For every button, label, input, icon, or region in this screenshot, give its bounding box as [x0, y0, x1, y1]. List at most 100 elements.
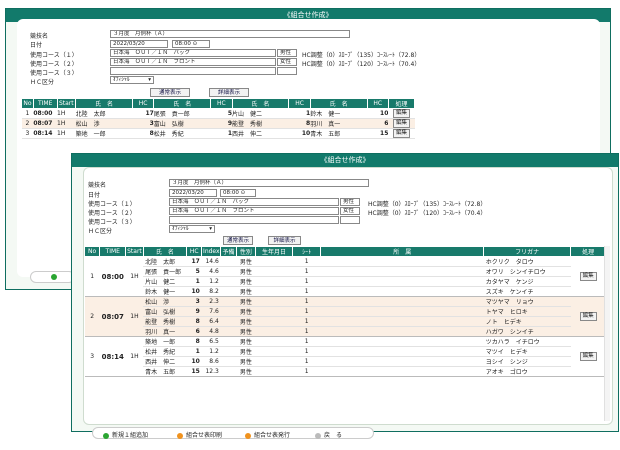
front-detail-table: No TIME Start 氏 名 HC Index 予備 性別 生年月日 ｼｰﾄ所 属フリガナ処…: [83, 246, 606, 377]
normal-view-button[interactable]: 通常表示: [150, 88, 190, 97]
action-cell: 編集: [388, 108, 415, 119]
status-bar: 新規１組追加 組合せ表印刷 組合せ表発行 戻 る: [92, 427, 374, 439]
course3-input[interactable]: [110, 67, 276, 75]
f-course1-input[interactable]: 日本海 ＯＵＴ／ＩＮ バック: [169, 198, 339, 206]
player-name-cell: 能登 秀樹: [143, 316, 187, 327]
tournament-label: 競技名: [30, 33, 49, 40]
table-scrollbar[interactable]: [604, 246, 610, 421]
add-group-button[interactable]: 新規１組追加: [103, 430, 148, 439]
player-seat-cell: 1: [292, 336, 321, 347]
f-detail-view-button[interactable]: 詳細表示: [268, 236, 301, 245]
name-cell: 築地 一郎: [75, 128, 133, 139]
time-input[interactable]: 08:00 ⊙: [172, 40, 210, 48]
player-birth-cell: [255, 276, 293, 287]
action-cell: 編集: [570, 296, 606, 337]
player-hc-cell: 10: [186, 286, 202, 297]
group-no-cell: 3: [84, 336, 100, 377]
name-cell: 3: [21, 128, 34, 139]
f-course1-label: 使用コース（１）: [88, 201, 136, 208]
f-normal-view-button[interactable]: 通常表示: [223, 236, 253, 245]
hc-cell: 15: [367, 128, 389, 139]
back-button[interactable]: 戻 る: [315, 430, 342, 439]
player-hc-cell: 1: [186, 276, 202, 287]
hc-cell: 9: [210, 118, 232, 129]
name-cell: 羽川 真一: [310, 118, 368, 129]
player-index-cell: 12.3: [201, 366, 221, 377]
player-affiliation-cell: [320, 286, 484, 297]
player-kana-cell: ツカハラ イチロウ: [483, 336, 571, 347]
tournament-input[interactable]: ３月度 月例杯（Ａ）: [110, 30, 350, 38]
player-name-cell: 尾張 貢一郎: [143, 266, 187, 277]
edit-button[interactable]: 編集: [579, 352, 597, 361]
detail-view-button[interactable]: 詳細表示: [209, 88, 249, 97]
course1-gender[interactable]: 男性: [277, 49, 297, 57]
player-seat-cell: 1: [292, 346, 321, 357]
player-gender-cell: 男性: [236, 276, 256, 287]
date-input[interactable]: 2022/03/20: [110, 40, 168, 48]
name-cell: 松山 渉: [75, 118, 133, 129]
back-header-cell: 処理: [387, 98, 416, 109]
player-name-cell: 北陸 太郎: [143, 256, 187, 267]
gray-dot-icon: [315, 432, 321, 439]
hc-cell: 8: [132, 128, 154, 139]
hc-select-value: ｵﾌｨｼｬﾙ: [113, 77, 130, 83]
f-course3-input[interactable]: [169, 216, 339, 224]
player-kana-cell: ハガワ シンイチ: [483, 326, 571, 337]
f-tournament-input[interactable]: ３月度 月例杯（Ａ）: [169, 179, 369, 187]
edit-button[interactable]: 編集: [392, 129, 410, 138]
front-window-title: 《組合せ作成》: [72, 154, 618, 167]
player-reserve-cell: [220, 326, 237, 337]
front-header-cell: HC: [186, 246, 203, 257]
issue-button[interactable]: 組合せ表発行: [245, 430, 290, 439]
course3-gender[interactable]: [277, 67, 297, 75]
player-reserve-cell: [220, 266, 237, 277]
f-course2-input[interactable]: 日本海 ＯＵＴ／ＩＮ フロント: [169, 207, 339, 215]
f-clock-icon[interactable]: ⊙: [241, 190, 246, 196]
hc-cell: 10: [288, 128, 311, 139]
f-hc-select[interactable]: ｵﾌｨｼｬﾙ ▾: [169, 225, 215, 233]
f-course3-gender[interactable]: [340, 216, 360, 224]
table-row: 尾張 貢一郎 5 4.6 男性 1 オワリ シンイチロウ: [84, 266, 606, 277]
hc-cell: 1: [288, 108, 311, 119]
player-kana-cell: ヨシイ シンジ: [483, 356, 571, 367]
back-header-cell: HC: [366, 98, 389, 109]
table-row: 1 08:00 1H 北陸 太郎 17 尾張 貢一郎 5 片山 健二 1 鈴木 健一 10 編集: [21, 108, 415, 119]
player-hc-cell: 10: [186, 356, 202, 367]
front-header-cell: 処理: [570, 246, 606, 257]
time-cell: 08:07: [33, 118, 58, 129]
player-reserve-cell: [220, 306, 237, 317]
hc-cell: 6: [367, 118, 389, 129]
f-course3-label: 使用コース（３）: [88, 219, 136, 226]
f-date-input[interactable]: 2022/03/20: [169, 189, 217, 197]
front-header-cell: フリガナ: [483, 246, 572, 257]
f-course2-label: 使用コース（２）: [88, 210, 136, 217]
print-button[interactable]: 組合せ表印刷: [177, 430, 222, 439]
f-course1-gender[interactable]: 男性: [340, 198, 360, 206]
f-course2-gender[interactable]: 女性: [340, 207, 360, 215]
player-affiliation-cell: [320, 256, 484, 267]
player-index-cell: 6.5: [201, 336, 221, 347]
name-cell: 片山 健二: [232, 108, 289, 119]
edit-button[interactable]: 編集: [392, 109, 410, 118]
hc-cell: 17: [132, 108, 154, 119]
orange-dot-icon: [245, 432, 251, 439]
player-reserve-cell: [220, 276, 237, 287]
course1-input[interactable]: 日本海 ＯＵＴ／ＩＮ バック: [110, 49, 276, 57]
f-course2-hc-adjust: HC調整（0）ｽﾛｰﾌﾟ（120）ｺｰｽﾚｰﾄ（70.4）: [368, 210, 487, 217]
f-time-input[interactable]: 08:00 ⊙: [220, 189, 256, 197]
clock-icon[interactable]: ⊙: [193, 41, 198, 47]
name-cell: 尾張 貢一郎: [153, 108, 211, 119]
hc-select[interactable]: ｵﾌｨｼｬﾙ ▾: [110, 76, 154, 84]
action-cell: 編集: [388, 128, 415, 139]
course2-input[interactable]: 日本海 ＯＵＴ／ＩＮ フロント: [110, 58, 276, 66]
edit-button[interactable]: 編集: [579, 272, 597, 281]
edit-button[interactable]: 編集: [392, 119, 410, 128]
name-cell: 青木 五郎: [310, 128, 368, 139]
name-cell: 1: [21, 108, 34, 119]
back-header-cell: 氏 名: [309, 98, 368, 109]
edit-button[interactable]: 編集: [579, 312, 597, 321]
hc-cell: 8: [288, 118, 311, 129]
player-name-cell: 鈴木 健一: [143, 286, 187, 297]
start-cell: 1H: [57, 108, 76, 119]
course2-gender[interactable]: 女性: [277, 58, 297, 66]
